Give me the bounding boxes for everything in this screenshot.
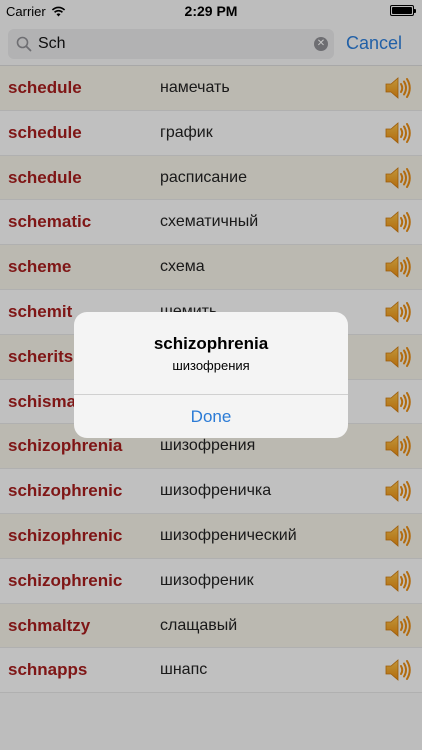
alert-title: schizophrenia: [153, 334, 269, 353]
alert-message: шизофрения: [172, 358, 250, 373]
alert-dialog: schizophrenia шизофрения Done: [74, 312, 348, 438]
done-button[interactable]: Done: [74, 395, 348, 438]
